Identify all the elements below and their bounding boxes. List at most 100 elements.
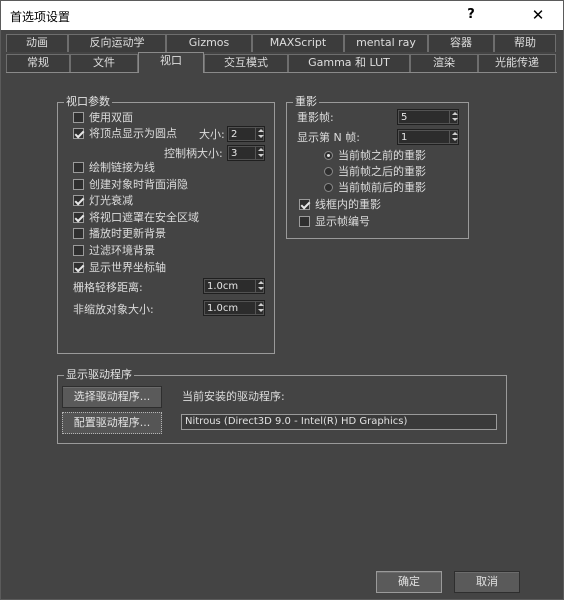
size-label: 大小:: [199, 128, 225, 141]
filter-env-bg-label: 过滤环境背景: [89, 244, 155, 257]
down-arrow-icon[interactable]: [452, 118, 458, 121]
tab-animation[interactable]: 动画: [6, 34, 68, 52]
checkbox-box[interactable]: [73, 262, 84, 273]
non-scaling-spinner[interactable]: 1.0cm: [203, 300, 265, 316]
checkbox-box[interactable]: [73, 179, 84, 190]
grid-nudge-value[interactable]: 1.0cm: [207, 280, 238, 293]
mask-safe-region-checkbox[interactable]: 将视口遮罩在安全区域: [73, 211, 199, 226]
ok-button[interactable]: 确定: [376, 571, 442, 593]
tab-general[interactable]: 常规: [6, 54, 70, 72]
update-bg-playback-label: 播放时更新背景: [89, 227, 166, 240]
display-world-axis-checkbox[interactable]: 显示世界坐标轴: [73, 261, 166, 276]
backface-cull-label: 创建对象时背面消隐: [89, 178, 188, 191]
tab-maxscript[interactable]: MAXScript: [252, 34, 344, 52]
radio-dot[interactable]: [324, 151, 333, 160]
checkbox-box[interactable]: [299, 216, 310, 227]
use-dual-plane-label: 使用双面: [89, 111, 133, 124]
handle-size-spinner[interactable]: 3: [227, 145, 265, 161]
checkbox-box[interactable]: [299, 199, 310, 210]
show-frame-numbers-label: 显示帧编号: [315, 215, 370, 228]
tab-inverse-kinematics[interactable]: 反向运动学: [68, 34, 166, 52]
tab-interaction-mode[interactable]: 交互模式: [204, 54, 288, 72]
display-world-axis-label: 显示世界坐标轴: [89, 261, 166, 274]
tab-gamma-lut[interactable]: Gamma 和 LUT: [288, 54, 410, 72]
spinner-arrows[interactable]: [255, 127, 264, 141]
radio-dot[interactable]: [324, 183, 333, 192]
ghost-after-label: 当前帧之后的重影: [338, 165, 426, 178]
spinner-arrows[interactable]: [255, 146, 264, 160]
checkbox-box[interactable]: [73, 245, 84, 256]
tab-row-2: 常规 文件 视口 交互模式 Gamma 和 LUT 渲染 光能传递: [6, 52, 556, 73]
draw-links-checkbox[interactable]: 绘制链接为线: [73, 161, 155, 176]
non-scaling-label: 非缩放对象大小:: [73, 303, 154, 316]
mask-safe-region-label: 将视口遮罩在安全区域: [89, 211, 199, 224]
ghost-frames-value[interactable]: 5: [401, 111, 407, 124]
up-arrow-icon[interactable]: [258, 148, 264, 151]
vertex-as-dots-checkbox[interactable]: 将顶点显示为圆点: [73, 127, 177, 142]
down-arrow-icon[interactable]: [258, 154, 264, 157]
up-arrow-icon[interactable]: [452, 132, 458, 135]
ghost-wireframe-label: 线框内的重影: [315, 198, 381, 211]
spinner-arrows[interactable]: [255, 301, 264, 315]
nth-frame-label: 显示第 N 帧:: [297, 131, 360, 144]
tab-help[interactable]: 帮助: [494, 34, 556, 52]
tab-radiosity[interactable]: 光能传递: [478, 54, 556, 72]
checkbox-box[interactable]: [73, 128, 84, 139]
tab-files[interactable]: 文件: [70, 54, 138, 72]
spinner-arrows[interactable]: [449, 130, 458, 144]
nth-frame-value[interactable]: 1: [401, 131, 407, 144]
down-arrow-icon[interactable]: [258, 309, 264, 312]
update-bg-playback-checkbox[interactable]: 播放时更新背景: [73, 227, 166, 242]
nth-frame-spinner[interactable]: 1: [397, 129, 459, 145]
use-dual-plane-checkbox[interactable]: 使用双面: [73, 111, 133, 126]
checkbox-box[interactable]: [73, 212, 84, 223]
up-arrow-icon[interactable]: [452, 112, 458, 115]
up-arrow-icon[interactable]: [258, 281, 264, 284]
attenuate-lights-checkbox[interactable]: 灯光衰减: [73, 194, 133, 209]
ghost-before-label: 当前帧之前的重影: [338, 149, 426, 162]
preferences-dialog: 首选项设置 ? ✕ 动画 反向运动学 Gizmos MAXScript ment…: [0, 0, 564, 600]
backface-cull-checkbox[interactable]: 创建对象时背面消隐: [73, 178, 188, 193]
grid-nudge-label: 栅格轻移距离:: [73, 281, 143, 294]
down-arrow-icon[interactable]: [258, 135, 264, 138]
ghost-before-radio[interactable]: 当前帧之前的重影: [324, 149, 426, 164]
show-frame-numbers-checkbox[interactable]: 显示帧编号: [299, 215, 370, 230]
ghost-frames-label: 重影帧:: [297, 111, 334, 124]
cancel-button[interactable]: 取消: [454, 571, 520, 593]
checkbox-box[interactable]: [73, 112, 84, 123]
down-arrow-icon[interactable]: [452, 138, 458, 141]
size-value[interactable]: 2: [231, 128, 237, 141]
up-arrow-icon[interactable]: [258, 303, 264, 306]
help-icon[interactable]: ?: [461, 4, 481, 26]
vertex-as-dots-label: 将顶点显示为圆点: [89, 127, 177, 140]
draw-links-label: 绘制链接为线: [89, 161, 155, 174]
spinner-arrows[interactable]: [255, 279, 264, 293]
up-arrow-icon[interactable]: [258, 129, 264, 132]
grid-nudge-spinner[interactable]: 1.0cm: [203, 278, 265, 294]
ghost-after-radio[interactable]: 当前帧之后的重影: [324, 165, 426, 180]
checkbox-box[interactable]: [73, 195, 84, 206]
radio-dot[interactable]: [324, 167, 333, 176]
tab-containers[interactable]: 容器: [428, 34, 494, 52]
display-drivers-label: 显示驱动程序: [64, 368, 134, 382]
tab-gizmos[interactable]: Gizmos: [166, 34, 252, 52]
checkbox-box[interactable]: [73, 228, 84, 239]
current-driver-field: Nitrous (Direct3D 9.0 - Intel(R) HD Grap…: [181, 414, 497, 430]
configure-driver-button[interactable]: 配置驱动程序...: [62, 412, 162, 434]
checkbox-box[interactable]: [73, 162, 84, 173]
ghost-both-radio[interactable]: 当前帧前后的重影: [324, 181, 426, 196]
tab-mental-ray[interactable]: mental ray: [344, 34, 428, 52]
tab-viewports[interactable]: 视口: [138, 52, 204, 73]
ghost-frames-spinner[interactable]: 5: [397, 109, 459, 125]
size-spinner[interactable]: 2: [227, 126, 265, 142]
handle-size-value[interactable]: 3: [231, 147, 237, 160]
choose-driver-button[interactable]: 选择驱动程序...: [62, 386, 162, 408]
non-scaling-value[interactable]: 1.0cm: [207, 302, 238, 315]
close-icon[interactable]: ✕: [525, 4, 551, 26]
filter-env-bg-checkbox[interactable]: 过滤环境背景: [73, 244, 155, 259]
viewport-parameters-label: 视口参数: [64, 95, 112, 109]
down-arrow-icon[interactable]: [258, 287, 264, 290]
spinner-arrows[interactable]: [449, 110, 458, 124]
ghost-wireframe-checkbox[interactable]: 线框内的重影: [299, 198, 381, 213]
tab-rendering[interactable]: 渲染: [410, 54, 478, 72]
